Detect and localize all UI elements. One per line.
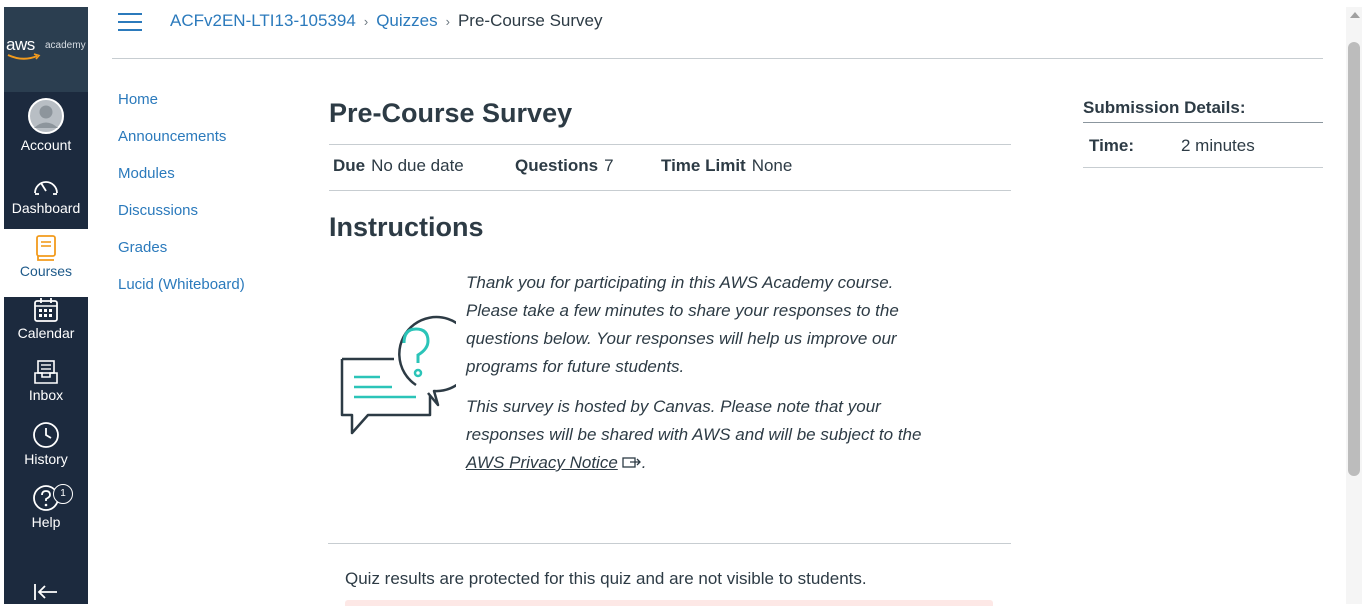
- aws-privacy-notice-link[interactable]: AWS Privacy Notice: [466, 453, 618, 472]
- breadcrumb-separator: ›: [363, 14, 369, 29]
- instructions-paragraph-1: Thank you for participating in this AWS …: [466, 273, 899, 376]
- top-border: [0, 0, 1365, 7]
- due-label: Due: [333, 156, 366, 175]
- time-limit-label: Time Limit: [661, 156, 746, 175]
- due-date: Due No due date: [333, 156, 464, 176]
- dashboard-icon: [34, 181, 58, 195]
- course-nav-lucid[interactable]: Lucid (Whiteboard): [118, 275, 245, 312]
- external-link-icon: [622, 457, 641, 468]
- results-protected-note: Quiz results are protected for this quiz…: [345, 569, 867, 588]
- instructions-paragraph-2: This survey is hosted by Canvas. Please …: [466, 393, 946, 477]
- breadcrumb: ACFv2EN-LTI13-105394 › Quizzes › Pre-Course …: [170, 11, 603, 31]
- nav-dashboard[interactable]: Dashboard: [4, 174, 88, 216]
- breadcrumb-separator: ›: [445, 14, 450, 29]
- aws-smile-icon: [7, 53, 41, 60]
- course-nav-grades[interactable]: Grades: [118, 238, 245, 275]
- header-divider: [112, 58, 1323, 59]
- quiz-meta: Due No due date Questions 7 Time Limit None: [329, 144, 1011, 191]
- nav-calendar[interactable]: Calendar: [4, 297, 88, 341]
- submission-divider: [1083, 122, 1323, 123]
- nav-courses[interactable]: Courses: [4, 229, 88, 297]
- nav-label: Dashboard: [11, 200, 81, 216]
- submission-time-value: 2 minutes: [1181, 136, 1255, 155]
- nav-label: History: [24, 451, 68, 467]
- submission-time-label: Time:: [1089, 136, 1135, 155]
- course-nav-announcements[interactable]: Announcements: [118, 127, 245, 164]
- nav-label: Help: [31, 514, 61, 530]
- paragraph-2-end: .: [641, 453, 647, 472]
- questions-label: Questions: [515, 156, 599, 175]
- alert-banner: [345, 600, 993, 606]
- course-nav: Home Announcements Modules Discussions G…: [118, 90, 245, 312]
- calendar-icon: [34, 298, 58, 322]
- question-count: Questions 7: [515, 156, 614, 176]
- submission-time-row: Time: 2 minutes: [1089, 136, 1255, 156]
- nav-help[interactable]: 1 Help: [4, 484, 88, 530]
- global-nav: aws academy Account Dashboard Courses Ca…: [4, 7, 88, 604]
- nav-account[interactable]: Account: [4, 97, 88, 153]
- nav-inbox[interactable]: Inbox: [4, 359, 88, 403]
- survey-illustration-icon: [340, 315, 456, 435]
- submission-details-title: Submission Details:: [1083, 98, 1246, 117]
- collapse-nav-button[interactable]: [4, 582, 88, 604]
- time-limit-value: None: [751, 156, 793, 175]
- nav-label: Calendar: [17, 325, 75, 341]
- nav-label: Courses: [19, 263, 73, 279]
- help-notification-badge: 1: [53, 484, 73, 504]
- page-title: Pre-Course Survey: [329, 98, 573, 128]
- course-nav-modules[interactable]: Modules: [118, 164, 245, 201]
- breadcrumb-quizzes[interactable]: Quizzes: [376, 11, 437, 30]
- submission-divider-bottom: [1083, 167, 1323, 168]
- collapse-arrow-icon: [34, 584, 57, 600]
- history-icon: [33, 422, 59, 448]
- avatar-icon: [28, 98, 64, 134]
- breadcrumb-course[interactable]: ACFv2EN-LTI13-105394: [170, 11, 356, 30]
- questions-value: 7: [604, 156, 614, 175]
- courses-icon: [36, 235, 56, 261]
- paragraph-2-text: This survey is hosted by Canvas. Please …: [466, 397, 922, 444]
- scrollbar-thumb[interactable]: [1348, 42, 1360, 476]
- nav-history[interactable]: History: [4, 421, 88, 467]
- course-nav-home[interactable]: Home: [118, 90, 245, 127]
- course-nav-discussions[interactable]: Discussions: [118, 201, 245, 238]
- logo-text: aws: [6, 35, 35, 54]
- due-value: No due date: [371, 156, 464, 175]
- content-divider: [328, 543, 1011, 544]
- inbox-icon: [34, 360, 58, 384]
- nav-label: Inbox: [28, 387, 64, 403]
- breadcrumb-current: Pre-Course Survey: [457, 11, 603, 30]
- logo-subtext: academy: [45, 40, 86, 51]
- course-menu-toggle[interactable]: [118, 13, 142, 33]
- aws-academy-logo[interactable]: aws academy: [4, 7, 88, 92]
- time-limit: Time Limit None: [661, 156, 792, 176]
- scroll-up-arrow-icon[interactable]: [1350, 12, 1360, 18]
- nav-label: Account: [20, 137, 72, 153]
- instructions-heading: Instructions: [329, 212, 484, 242]
